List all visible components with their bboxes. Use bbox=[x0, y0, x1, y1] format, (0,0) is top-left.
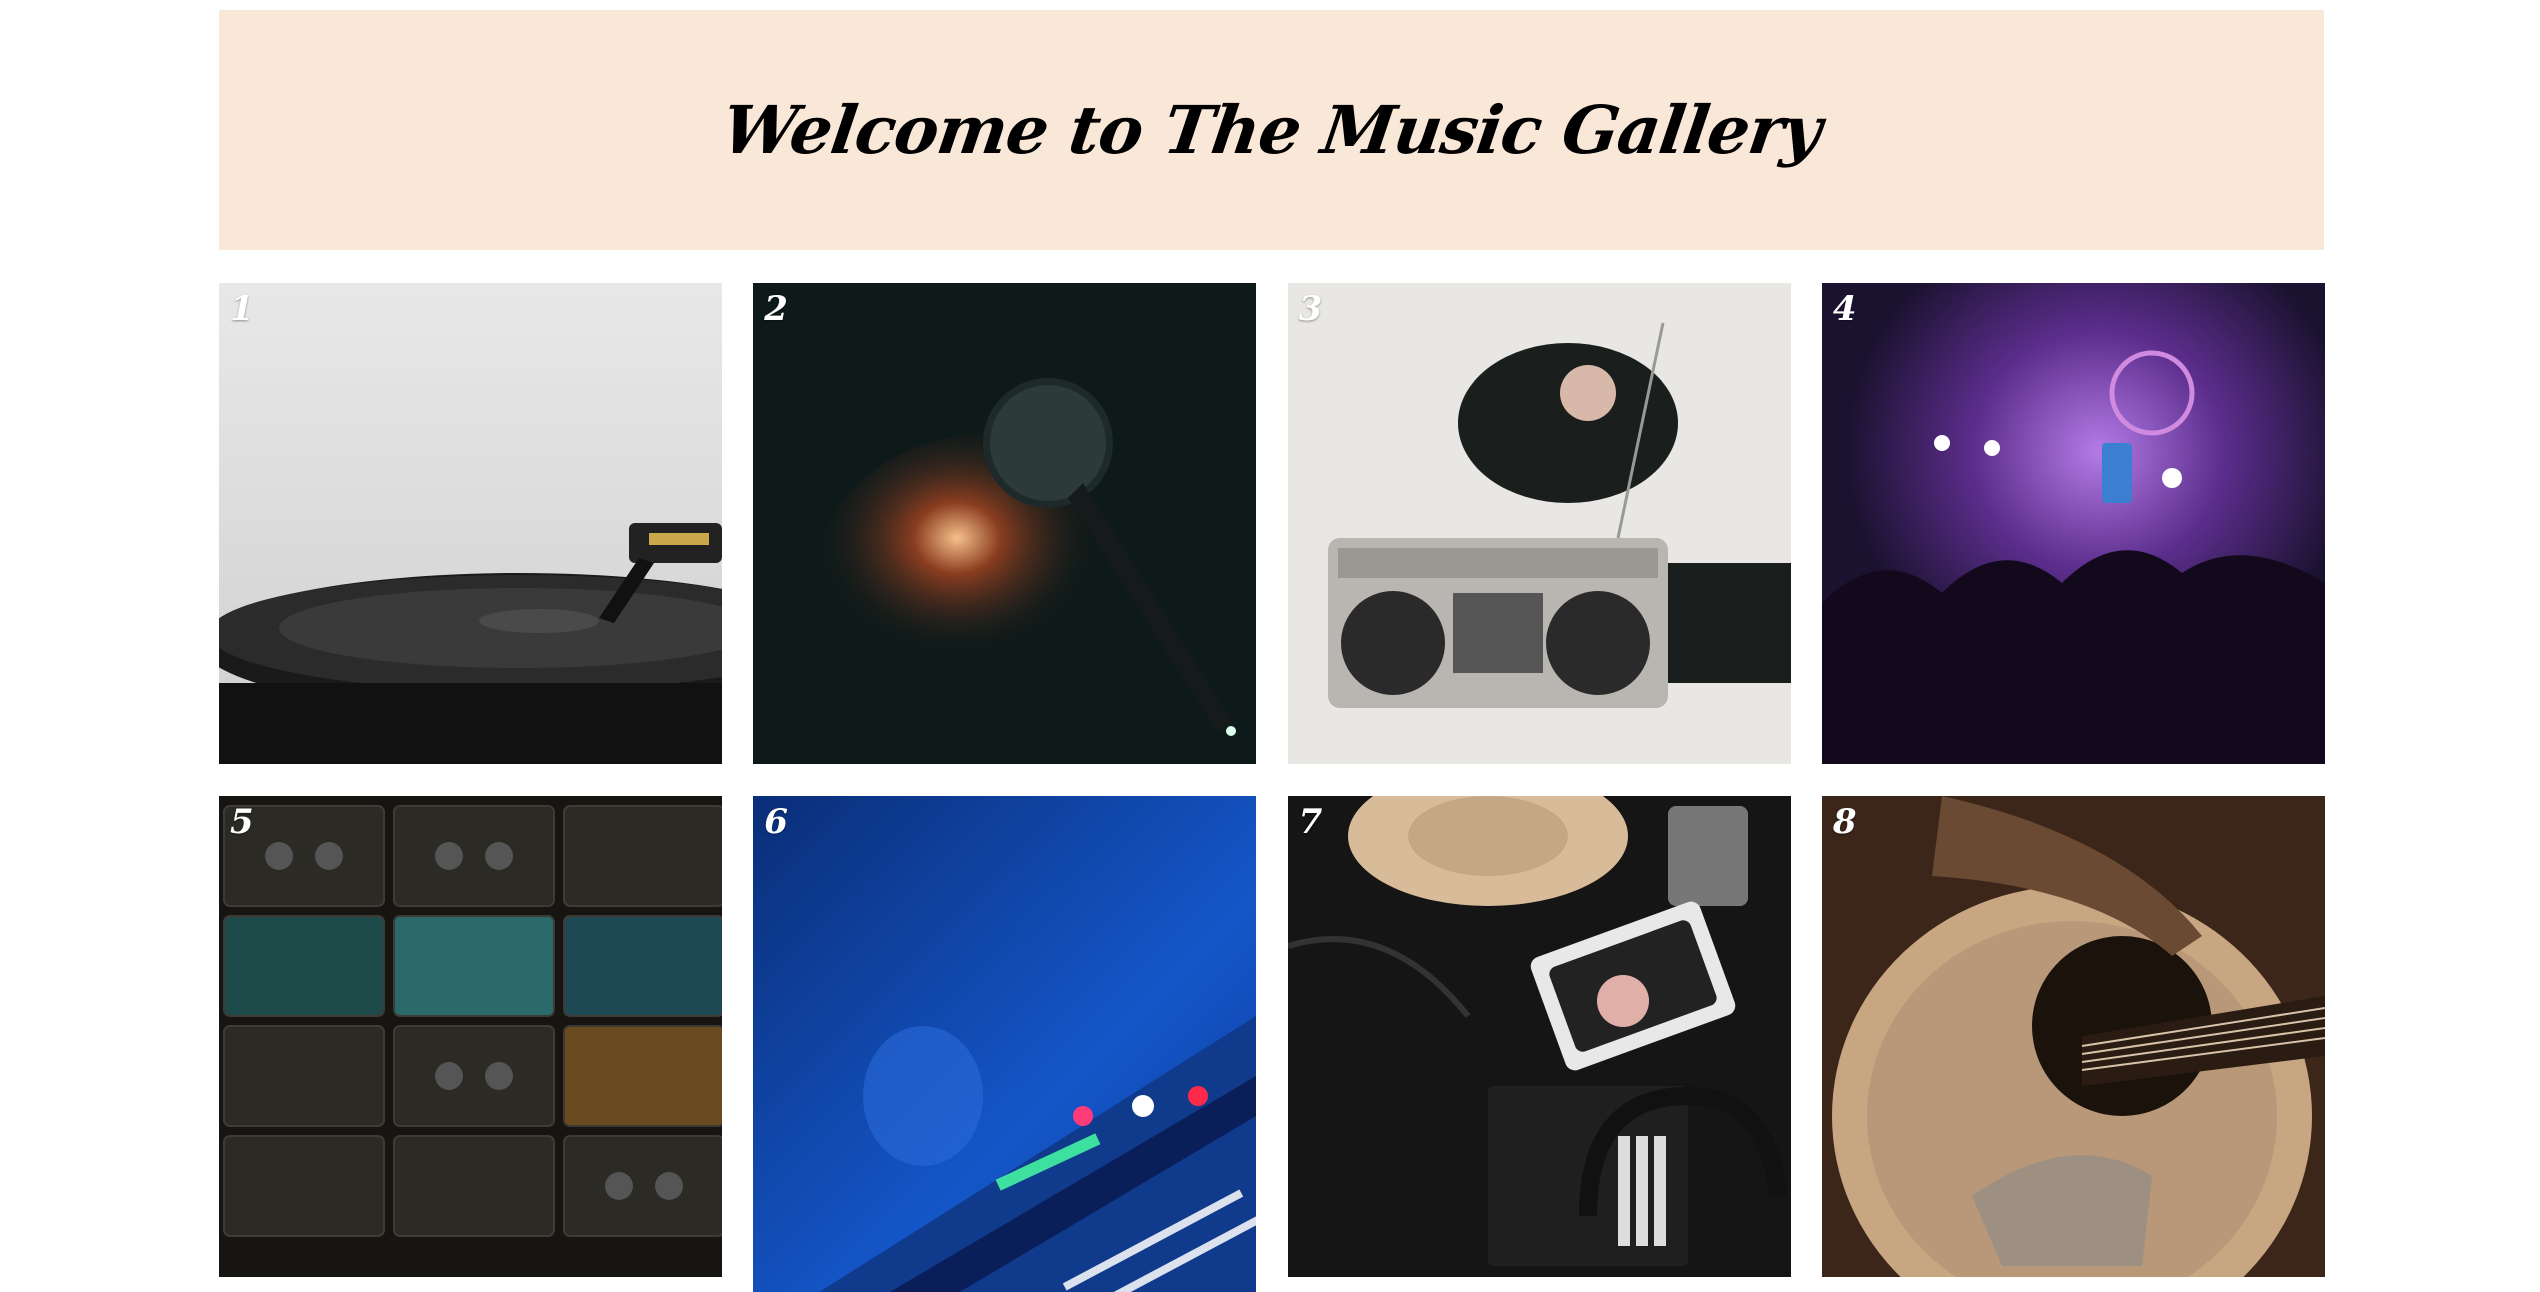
gallery-tile-4[interactable]: 4 bbox=[1821, 283, 2325, 764]
tile-number: 8 bbox=[1832, 802, 1857, 842]
gallery-tile-3[interactable]: 3 bbox=[1287, 283, 1791, 764]
concert-crowd-image bbox=[1821, 283, 2325, 764]
audio-equipment-image bbox=[1287, 796, 1791, 1277]
gallery-tile-2[interactable]: 2 bbox=[753, 283, 1257, 764]
acoustic-guitar-image bbox=[1821, 796, 2325, 1277]
page-title: Welcome to The Music Gallery bbox=[717, 91, 1826, 169]
page-header: Welcome to The Music Gallery bbox=[219, 10, 2324, 250]
gallery-tile-5[interactable]: 5 bbox=[219, 796, 722, 1277]
tile-number: 2 bbox=[764, 289, 788, 329]
tile-number: 3 bbox=[1298, 289, 1323, 329]
microphone-image bbox=[753, 283, 1257, 764]
tile-number: 1 bbox=[230, 289, 254, 329]
tile-number: 4 bbox=[1832, 289, 1857, 329]
photo-gallery: 1 2 3 4 5 6 7 8 bbox=[219, 283, 2325, 1292]
gallery-tile-7[interactable]: 7 bbox=[1287, 796, 1791, 1277]
turntable-record-image bbox=[219, 283, 722, 764]
tile-number: 5 bbox=[230, 802, 254, 842]
cassette-tapes-image bbox=[219, 796, 722, 1277]
gallery-tile-1[interactable]: 1 bbox=[219, 283, 722, 764]
tile-number: 7 bbox=[1298, 802, 1323, 842]
boombox-image bbox=[1287, 283, 1791, 764]
blue-keyboard-image bbox=[753, 796, 1257, 1292]
gallery-tile-6[interactable]: 6 bbox=[753, 796, 1257, 1292]
tile-number: 6 bbox=[764, 802, 788, 842]
gallery-tile-8[interactable]: 8 bbox=[1821, 796, 2325, 1277]
